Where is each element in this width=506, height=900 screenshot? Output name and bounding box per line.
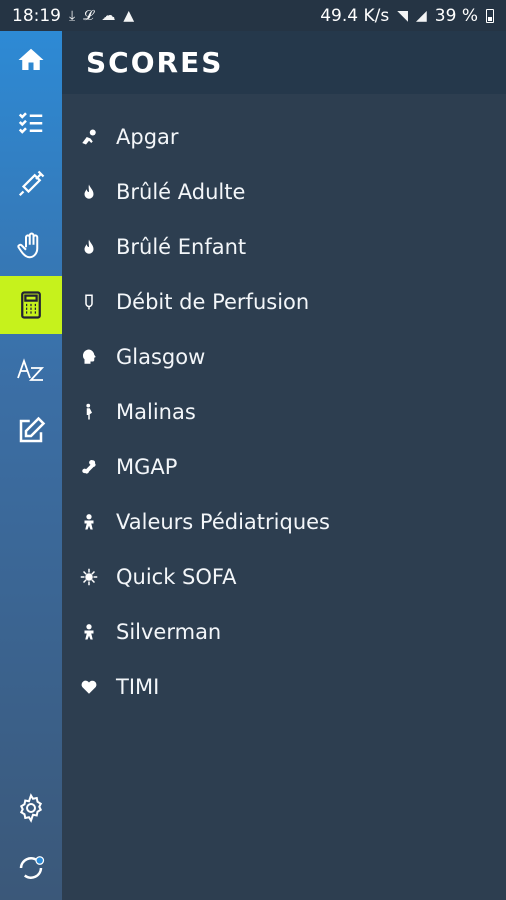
hand-icon bbox=[17, 232, 39, 259]
app-header: SCORES bbox=[62, 31, 506, 94]
list-item-apgar[interactable]: Apgar bbox=[62, 109, 506, 164]
head-icon bbox=[79, 347, 99, 367]
rail-az[interactable] bbox=[0, 341, 62, 399]
scores-list: Apgar Brûlé Adulte Brûlé Enfant Débit de… bbox=[62, 109, 506, 714]
edit-icon bbox=[19, 416, 46, 443]
checklist-icon bbox=[18, 112, 43, 134]
bone-icon bbox=[79, 457, 99, 477]
list-item-label: Glasgow bbox=[116, 344, 206, 369]
battery-percent: 39 % bbox=[434, 5, 478, 26]
list-item-label: Brûlé Enfant bbox=[116, 234, 247, 259]
page-title: SCORES bbox=[86, 46, 224, 79]
baby-icon bbox=[79, 512, 99, 532]
baby-icon bbox=[79, 622, 99, 642]
network-icon: 𝓛 bbox=[83, 7, 94, 24]
list-item-label: Valeurs Pédiatriques bbox=[116, 509, 330, 534]
settings-icon bbox=[19, 793, 43, 823]
drip-icon bbox=[79, 292, 99, 312]
list-item-debit-perfusion[interactable]: Débit de Perfusion bbox=[62, 274, 506, 329]
list-item-timi[interactable]: TIMI bbox=[62, 659, 506, 714]
rail-edit[interactable] bbox=[0, 402, 62, 460]
rail-checklist[interactable] bbox=[0, 93, 62, 151]
list-item-silverman[interactable]: Silverman bbox=[62, 604, 506, 659]
network-speed: 49.4 K/s bbox=[320, 5, 390, 26]
warning-icon: ▲ bbox=[123, 7, 135, 24]
wifi-icon: ◥ bbox=[397, 7, 409, 24]
calculator-icon bbox=[21, 291, 41, 319]
pregnant-icon bbox=[79, 402, 99, 422]
list-item-label: MGAP bbox=[116, 454, 178, 479]
list-item-glasgow[interactable]: Glasgow bbox=[62, 329, 506, 384]
list-item-brule-enfant[interactable]: Brûlé Enfant bbox=[62, 219, 506, 274]
home-icon bbox=[18, 48, 44, 70]
list-item-label: Silverman bbox=[116, 619, 222, 644]
heart-icon bbox=[79, 677, 99, 697]
rail-syringe[interactable] bbox=[0, 155, 62, 213]
rail-sync[interactable] bbox=[0, 839, 62, 897]
list-item-label: Quick SOFA bbox=[116, 564, 237, 589]
rail-calculator[interactable] bbox=[0, 276, 62, 334]
list-item-label: Malinas bbox=[116, 399, 196, 424]
list-item-label: Brûlé Adulte bbox=[116, 179, 246, 204]
newborn-icon bbox=[79, 127, 99, 147]
battery-icon bbox=[486, 8, 494, 23]
list-item-label: Apgar bbox=[116, 124, 179, 149]
rail-hand[interactable] bbox=[0, 217, 62, 275]
az-icon bbox=[17, 358, 45, 381]
rail-settings[interactable] bbox=[0, 779, 62, 837]
list-item-valeurs-pediatriques[interactable]: Valeurs Pédiatriques bbox=[62, 494, 506, 549]
flame-icon bbox=[79, 237, 99, 257]
list-item-brule-adulte[interactable]: Brûlé Adulte bbox=[62, 164, 506, 219]
virus-icon bbox=[79, 567, 99, 587]
signal-icon: ◢ bbox=[416, 7, 427, 24]
list-item-label: TIMI bbox=[116, 674, 160, 699]
status-bar: 18:19 ⤓ 𝓛 ☁ ▲ 49.4 K/s ◥ ◢ 39 % bbox=[0, 0, 506, 31]
download-icon: ⤓ bbox=[69, 7, 76, 24]
sync-icon bbox=[19, 856, 45, 879]
list-item-quick-sofa[interactable]: Quick SOFA bbox=[62, 549, 506, 604]
list-item-malinas[interactable]: Malinas bbox=[62, 384, 506, 439]
flame-icon bbox=[79, 182, 99, 202]
side-rail bbox=[0, 31, 62, 900]
list-item-mgap[interactable]: MGAP bbox=[62, 439, 506, 494]
list-item-label: Débit de Perfusion bbox=[116, 289, 310, 314]
syringe-icon bbox=[18, 170, 45, 197]
rail-home[interactable] bbox=[0, 31, 62, 89]
status-time: 18:19 bbox=[12, 5, 61, 26]
cloud-icon: ☁ bbox=[101, 7, 116, 24]
